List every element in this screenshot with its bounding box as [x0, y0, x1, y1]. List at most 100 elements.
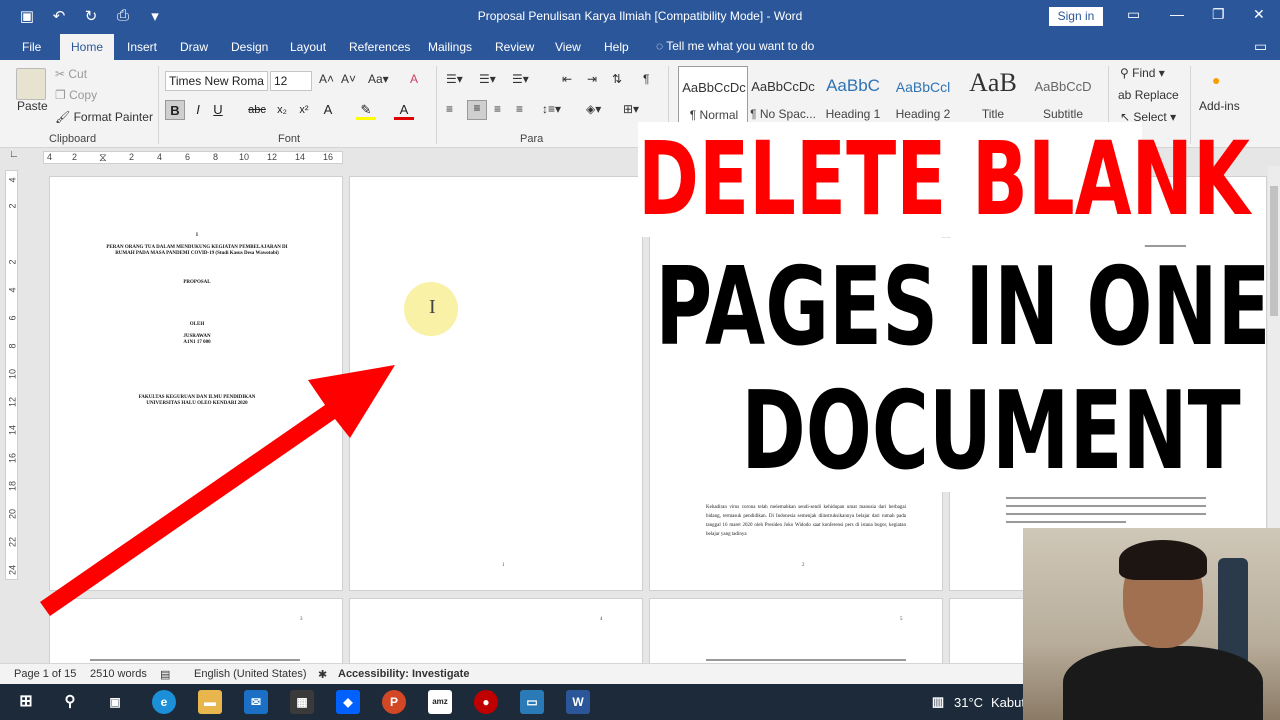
weather-icon[interactable]: ▥: [926, 690, 950, 714]
align-center-icon[interactable]: ≡: [467, 100, 487, 120]
line-spacing-icon[interactable]: ↕≡▾: [542, 102, 561, 116]
style-name: Heading 2: [895, 107, 951, 121]
tab-mailings[interactable]: Mailings: [428, 40, 472, 54]
shrink-font-icon[interactable]: A˅: [341, 72, 356, 86]
cut-button[interactable]: ✂ Cut: [55, 67, 87, 81]
borders-icon[interactable]: ⊞▾: [623, 102, 639, 116]
language-status[interactable]: English (United States): [194, 668, 307, 680]
tab-file[interactable]: File: [22, 40, 41, 54]
monitor-icon[interactable]: ▭: [520, 690, 544, 714]
paste-icon[interactable]: [16, 68, 46, 100]
proofing-icon[interactable]: ▤: [160, 668, 170, 681]
style-heading-1[interactable]: AaBbC Heading 1: [818, 66, 888, 126]
amazon-icon[interactable]: amz: [428, 690, 452, 714]
page-7[interactable]: 5: [649, 598, 943, 668]
align-left-icon[interactable]: ≡: [446, 102, 453, 116]
bold-icon[interactable]: B: [165, 100, 185, 120]
dropbox-icon[interactable]: ◆: [336, 690, 360, 714]
numbering-icon[interactable]: ☰▾: [479, 72, 496, 86]
text-effects-icon[interactable]: A: [318, 100, 338, 120]
style-subtitle[interactable]: AaBbCcD Subtitle: [1028, 66, 1098, 126]
mail-icon[interactable]: ✉: [244, 690, 268, 714]
record-icon[interactable]: ●: [474, 690, 498, 714]
style-normal[interactable]: AaBbCcDc ¶ Normal: [678, 66, 748, 126]
tell-me-search[interactable]: ◌ Tell me what you want to do: [656, 39, 814, 53]
style-title[interactable]: AaB Title: [958, 66, 1028, 126]
body-paragraph: Kehadiran virus corona telah melemahkan …: [706, 505, 906, 537]
addins-icon[interactable]: ●: [1212, 72, 1220, 88]
horizontal-ruler[interactable]: 4 2 ⧖ 2 4 6 8 10 12 14 16: [43, 151, 343, 164]
decrease-indent-icon[interactable]: ⇤: [562, 72, 572, 86]
pilcrow-icon[interactable]: ¶: [643, 72, 649, 86]
underline-icon[interactable]: U: [208, 100, 228, 120]
style-preview: AaBbCcDc: [682, 80, 746, 95]
tab-insert[interactable]: Insert: [127, 40, 157, 54]
find-button[interactable]: ⚲ Find ▾: [1120, 66, 1165, 80]
paste-button[interactable]: Paste: [17, 99, 48, 113]
style-preview: AaBbCcl: [895, 79, 951, 95]
style-name: Title: [981, 107, 1005, 121]
powerpoint-icon[interactable]: P: [382, 690, 406, 714]
tab-design[interactable]: Design: [231, 40, 268, 54]
replace-button[interactable]: ab Replace: [1118, 88, 1179, 102]
clear-formatting-icon[interactable]: A: [410, 72, 418, 86]
superscript-icon[interactable]: x²: [294, 100, 314, 120]
word-count[interactable]: 2510 words: [90, 668, 147, 680]
word-icon[interactable]: W: [566, 690, 590, 714]
ruler-tick: 4: [47, 152, 53, 162]
subscript-icon[interactable]: x₂: [272, 100, 292, 120]
strikethrough-icon[interactable]: abc: [247, 100, 267, 120]
bullets-icon[interactable]: ☰▾: [446, 72, 463, 86]
style-no-spacing[interactable]: AaBbCcDc ¶ No Spac...: [748, 66, 818, 126]
tab-selector-icon[interactable]: ∟: [9, 149, 19, 160]
temperature: 31°C: [954, 695, 984, 710]
store-icon[interactable]: ▦: [290, 690, 314, 714]
multilevel-list-icon[interactable]: ☰▾: [512, 72, 529, 86]
format-painter-button[interactable]: 🖌 Format Painter: [55, 110, 153, 124]
font-size-dropdown[interactable]: 12: [270, 71, 312, 91]
highlight-icon[interactable]: ✎: [356, 100, 376, 120]
task-view-icon[interactable]: ▣: [103, 690, 127, 714]
presenter-hair: [1119, 540, 1207, 580]
windows-start-icon[interactable]: ⊞: [14, 690, 38, 714]
comments-icon[interactable]: ▭: [1254, 38, 1267, 55]
style-heading-2[interactable]: AaBbCcl Heading 2: [888, 66, 958, 126]
italic-icon[interactable]: I: [188, 100, 208, 120]
search-icon: ⚲: [1120, 66, 1133, 80]
scroll-thumb[interactable]: [1270, 186, 1278, 316]
ribbon-display-icon[interactable]: ▭: [1127, 6, 1140, 23]
scissors-icon: ✂: [55, 67, 69, 81]
ruler-tick: 14: [295, 152, 306, 162]
font-color-icon[interactable]: A: [394, 100, 414, 120]
page-count[interactable]: Page 1 of 15: [14, 668, 76, 680]
format-painter-label: Format Painter: [73, 110, 153, 124]
change-case-icon[interactable]: Aa▾: [368, 72, 389, 86]
tab-references[interactable]: References: [349, 40, 410, 54]
font-name-dropdown[interactable]: Times New Roma: [165, 71, 268, 91]
file-explorer-icon[interactable]: ▬: [198, 690, 222, 714]
tab-layout[interactable]: Layout: [290, 40, 326, 54]
grow-font-icon[interactable]: A˄: [319, 72, 334, 86]
tab-help[interactable]: Help: [604, 40, 629, 54]
close-icon[interactable]: ✕: [1253, 6, 1265, 23]
sort-icon[interactable]: ⇅: [612, 72, 622, 86]
copy-button[interactable]: ❐ Copy: [55, 88, 97, 102]
tab-view[interactable]: View: [555, 40, 581, 54]
sign-in-button[interactable]: Sign in: [1049, 7, 1103, 26]
minimize-icon[interactable]: —: [1170, 6, 1184, 22]
indent-marker-icon[interactable]: ⧖: [99, 152, 107, 165]
increase-indent-icon[interactable]: ⇥: [587, 72, 597, 86]
shading-icon[interactable]: ◈▾: [586, 102, 601, 116]
search-icon[interactable]: ⚲: [58, 690, 82, 714]
tab-draw[interactable]: Draw: [180, 40, 208, 54]
tab-review[interactable]: Review: [495, 40, 534, 54]
justify-icon[interactable]: ≡: [516, 102, 523, 116]
tab-home[interactable]: Home: [60, 34, 114, 60]
ribbon-tabs: File Home Insert Draw Design Layout Refe…: [0, 33, 1280, 60]
addins-button[interactable]: Add-ins: [1199, 99, 1240, 113]
align-right-icon[interactable]: ≡: [494, 102, 501, 116]
edge-icon[interactable]: e: [152, 690, 176, 714]
restore-icon[interactable]: ❐: [1212, 6, 1225, 23]
clipboard-group-label: Clipboard: [49, 133, 97, 145]
accessibility-status[interactable]: Accessibility: Investigate: [338, 668, 469, 680]
